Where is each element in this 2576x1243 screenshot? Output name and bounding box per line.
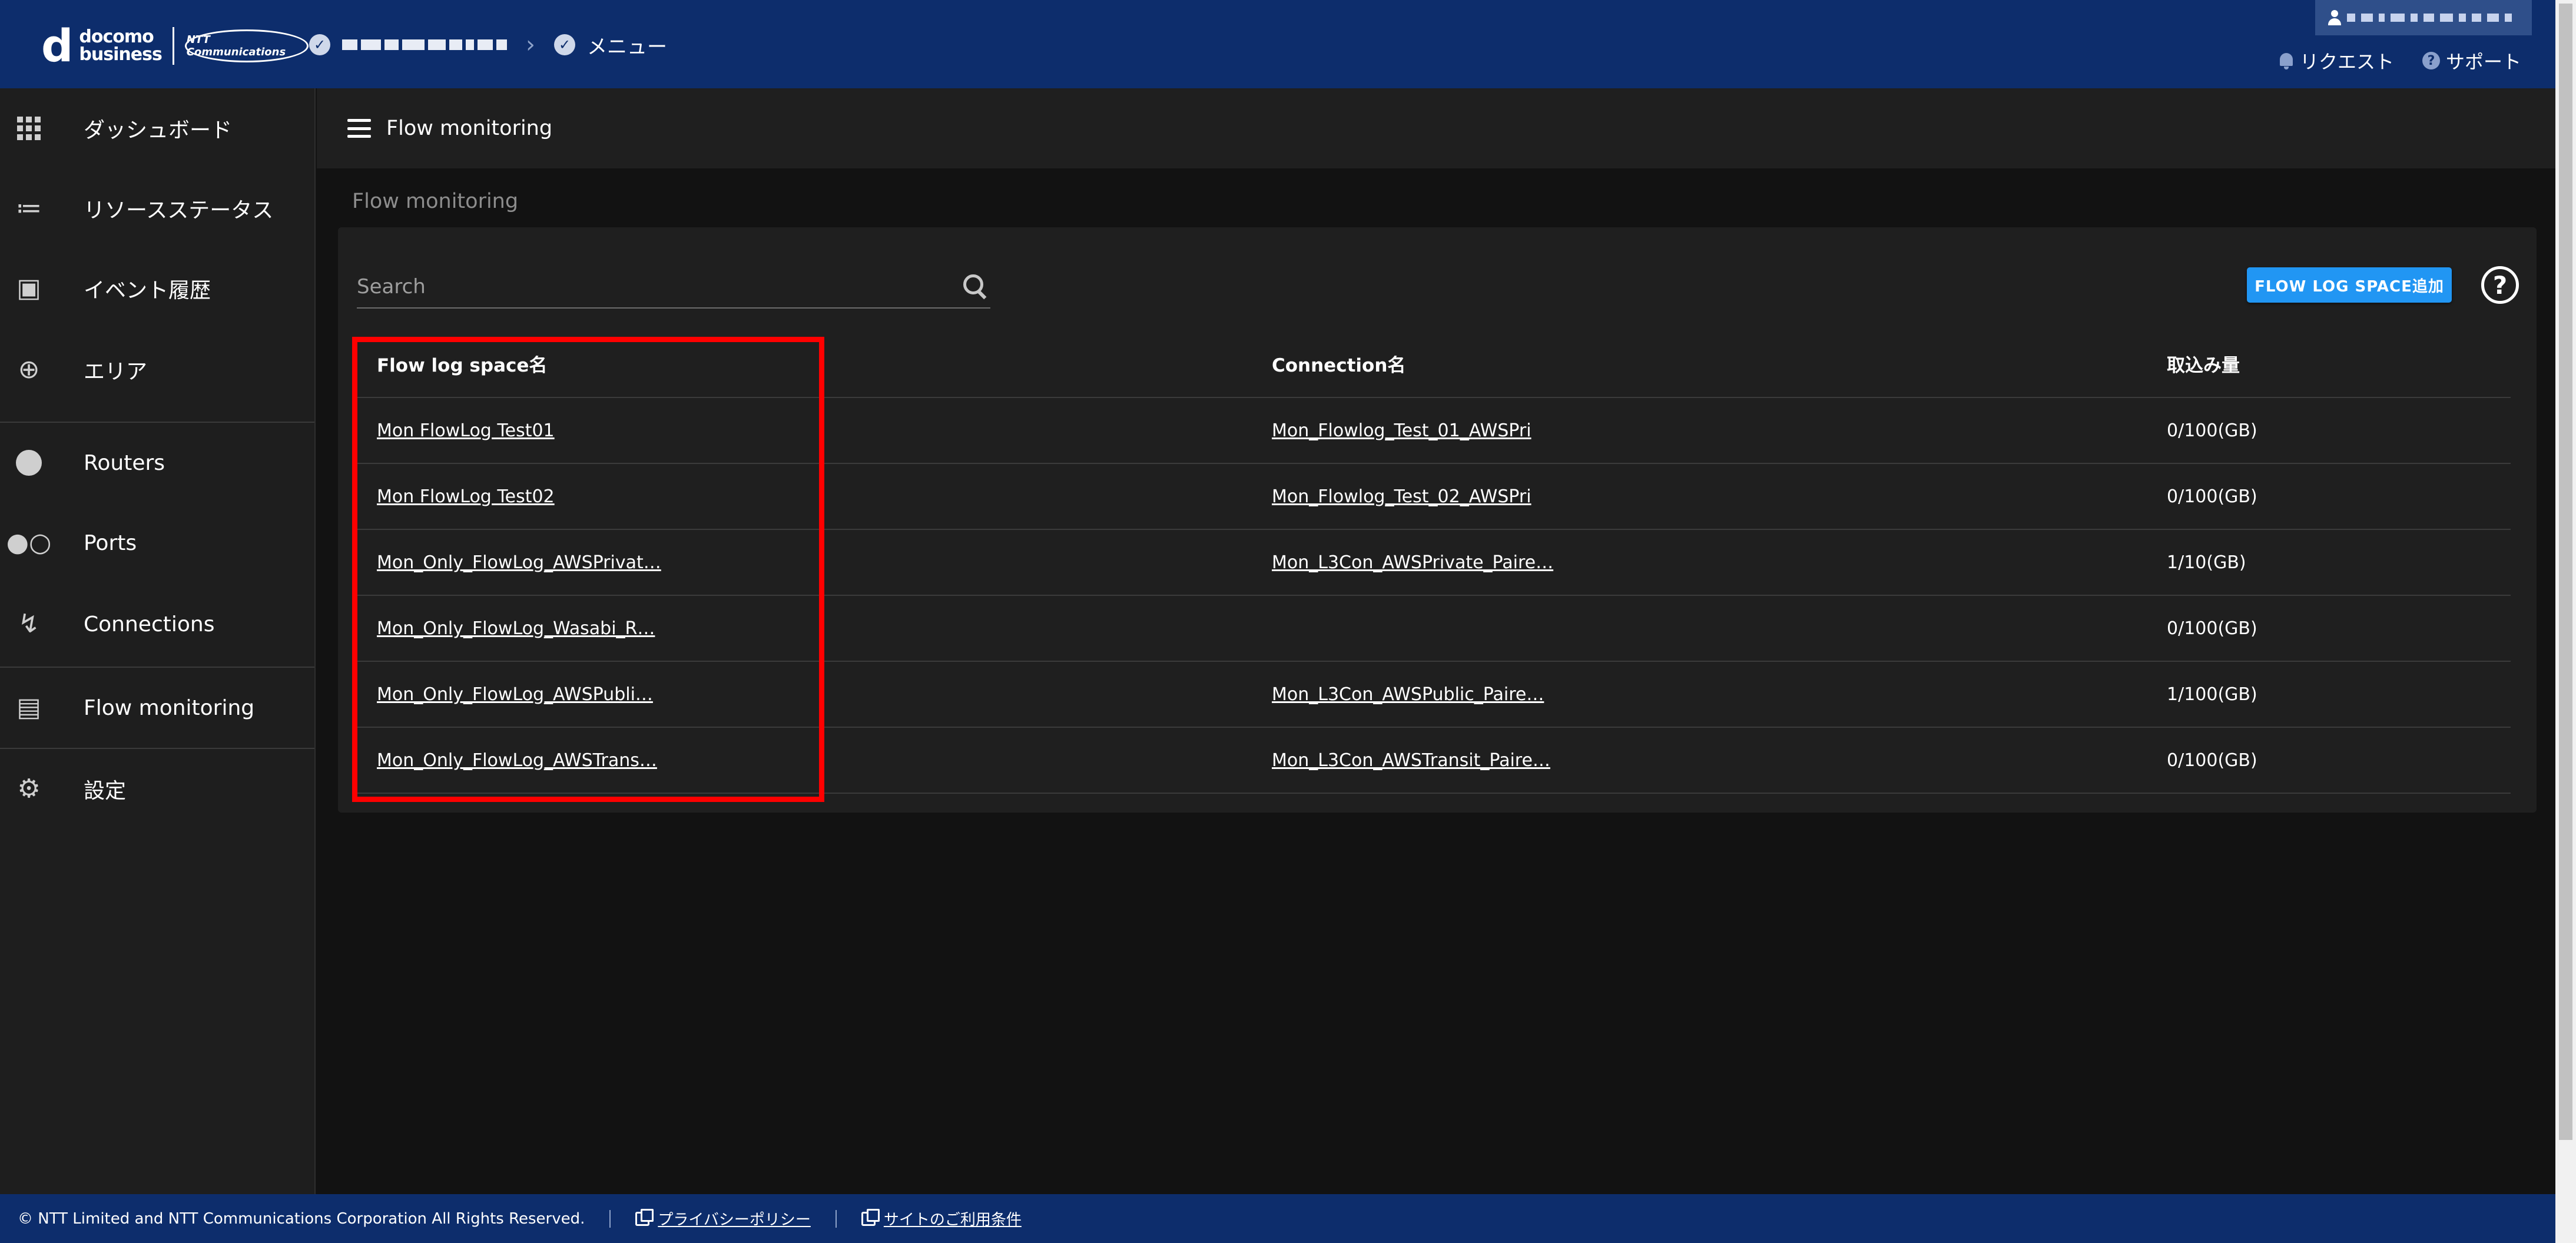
- sidebar-nav: ダッシュボード ≔ リソースステータス ▣ イベント履歴 ⊕ エリア Route…: [0, 88, 316, 1194]
- sidebar-item-label: Routers: [84, 450, 165, 475]
- port-icon: ●○: [6, 528, 52, 558]
- page-scrollbar[interactable]: [2555, 0, 2576, 1243]
- add-flow-log-space-button[interactable]: FLOW LOG SPACE追加: [2247, 267, 2452, 303]
- usage-value: 0/100(GB): [2167, 750, 2257, 771]
- help-circle-icon: ?: [2422, 52, 2441, 69]
- connection-name-link[interactable]: Mon_L3Con_AWSTransit_Paire…: [1272, 750, 1550, 771]
- search-field: [357, 266, 990, 309]
- help-icon[interactable]: ?: [2481, 266, 2519, 304]
- connection-name-link[interactable]: Mon_Flowlog_Test_01_AWSPri: [1272, 420, 1531, 441]
- global-header: d docomo business NTT Communications ✓ ›…: [0, 0, 2555, 88]
- search-input[interactable]: [357, 272, 934, 301]
- check-icon: ✓: [554, 34, 575, 55]
- copyright-text: © NTT Limited and NTT Communications Cor…: [18, 1209, 585, 1228]
- resource-status-icon: ≔: [16, 193, 42, 223]
- logo-text: docomo business: [79, 26, 162, 65]
- masked-account-name[interactable]: [342, 39, 507, 50]
- privacy-policy-label: プライバシーポリシー: [658, 1211, 811, 1229]
- gear-icon: ⚙: [17, 774, 41, 804]
- sidebar-item-connections[interactable]: ↯ Connections: [0, 584, 314, 664]
- sidebar-item-label: 設定: [84, 779, 127, 803]
- ntt-communications-logo: NTT Communications: [184, 29, 309, 62]
- topbar-title: Flow monitoring: [386, 117, 553, 140]
- flow-document-icon: ▤: [16, 692, 41, 722]
- logo-divider: [172, 27, 174, 65]
- usage-value: 1/100(GB): [2167, 684, 2257, 705]
- check-icon: ✓: [309, 34, 330, 55]
- connection-name-link[interactable]: Mon_Flowlog_Test_02_AWSPri: [1272, 486, 1531, 507]
- sidebar-item-label: Flow monitoring: [84, 695, 255, 720]
- request-label: リクエスト: [2300, 51, 2395, 73]
- sidebar-item-routers[interactable]: Routers: [0, 423, 314, 503]
- privacy-policy-link[interactable]: プライバシーポリシー: [635, 1208, 811, 1229]
- sidebar-item-settings[interactable]: ⚙ 設定: [0, 749, 314, 829]
- page-title: Flow monitoring: [352, 190, 519, 213]
- bell-icon: [2279, 52, 2294, 69]
- external-link-icon: [861, 1208, 880, 1226]
- sidebar-item-label: イベント履歴: [84, 279, 211, 303]
- logo-brand-line2: business: [79, 44, 162, 65]
- header-breadcrumb: ✓ › ✓ メニュー: [309, 28, 667, 61]
- connection-name-link[interactable]: Mon_L3Con_AWSPublic_Paire…: [1272, 684, 1544, 705]
- column-header-usage[interactable]: 取込み量: [2167, 330, 2402, 397]
- terms-of-use-link[interactable]: サイトのご利用条件: [861, 1208, 1022, 1229]
- scrollbar-thumb[interactable]: [2559, 4, 2572, 1140]
- terms-of-use-label: サイトのご利用条件: [883, 1211, 1022, 1229]
- usage-value: 0/100(GB): [2167, 420, 2257, 441]
- usage-value: 0/100(GB): [2167, 486, 2257, 507]
- global-footer: © NTT Limited and NTT Communications Cor…: [0, 1194, 2555, 1243]
- sidebar-item-flow-monitoring[interactable]: ▤ Flow monitoring: [0, 668, 314, 748]
- content-topbar: Flow monitoring: [317, 88, 2555, 168]
- external-link-icon: [635, 1208, 654, 1226]
- chevron-right-icon: ›: [526, 31, 535, 58]
- connection-name-link[interactable]: Mon_L3Con_AWSPrivate_Paire…: [1272, 552, 1553, 573]
- sidebar-item-ports[interactable]: ●○ Ports: [0, 503, 314, 583]
- usage-value: 0/100(GB): [2167, 618, 2257, 639]
- event-calendar-icon: ▣: [16, 273, 41, 303]
- logo-brand-line1: docomo: [79, 26, 154, 47]
- support-label: サポート: [2446, 51, 2522, 73]
- search-icon[interactable]: [962, 273, 988, 299]
- sidebar-item-dashboard[interactable]: ダッシュボード: [0, 88, 314, 168]
- footer-divider: [835, 1209, 837, 1228]
- sidebar-item-label: Ports: [84, 531, 137, 555]
- router-icon: [14, 448, 44, 478]
- sidebar-item-label: ダッシュボード: [84, 118, 233, 142]
- hamburger-menu-icon[interactable]: [347, 119, 371, 138]
- usage-value: 1/10(GB): [2167, 552, 2246, 573]
- dashboard-grid-icon: [14, 114, 44, 143]
- area-globe-icon: ⊕: [18, 354, 40, 384]
- sidebar-item-label: リソースステータス: [84, 198, 274, 223]
- user-account-box[interactable]: [2315, 0, 2532, 35]
- sidebar-item-resource-status[interactable]: ≔ リソースステータス: [0, 168, 314, 248]
- user-icon: [2328, 10, 2341, 25]
- column-header-connection-name[interactable]: Connection名: [1272, 330, 1543, 397]
- footer-divider: [609, 1209, 611, 1228]
- sidebar-item-area[interactable]: ⊕ エリア: [0, 330, 314, 410]
- request-link[interactable]: リクエスト: [2279, 47, 2394, 74]
- header-links: リクエスト ? サポート: [2279, 47, 2521, 74]
- sidebar-item-label: エリア: [84, 360, 148, 384]
- docomo-business-logo[interactable]: d docomo business NTT Communications: [41, 22, 309, 69]
- sidebar-item-label: Connections: [84, 612, 215, 637]
- app-root: d docomo business NTT Communications ✓ ›…: [0, 0, 2576, 1243]
- connection-icon: ↯: [18, 609, 40, 639]
- sidebar-item-event-history[interactable]: ▣ イベント履歴: [0, 248, 314, 329]
- logo-d-mark: d: [41, 19, 74, 72]
- support-link[interactable]: ? サポート: [2422, 47, 2521, 74]
- menu-link[interactable]: メニュー: [587, 31, 667, 59]
- highlight-box: [352, 337, 824, 802]
